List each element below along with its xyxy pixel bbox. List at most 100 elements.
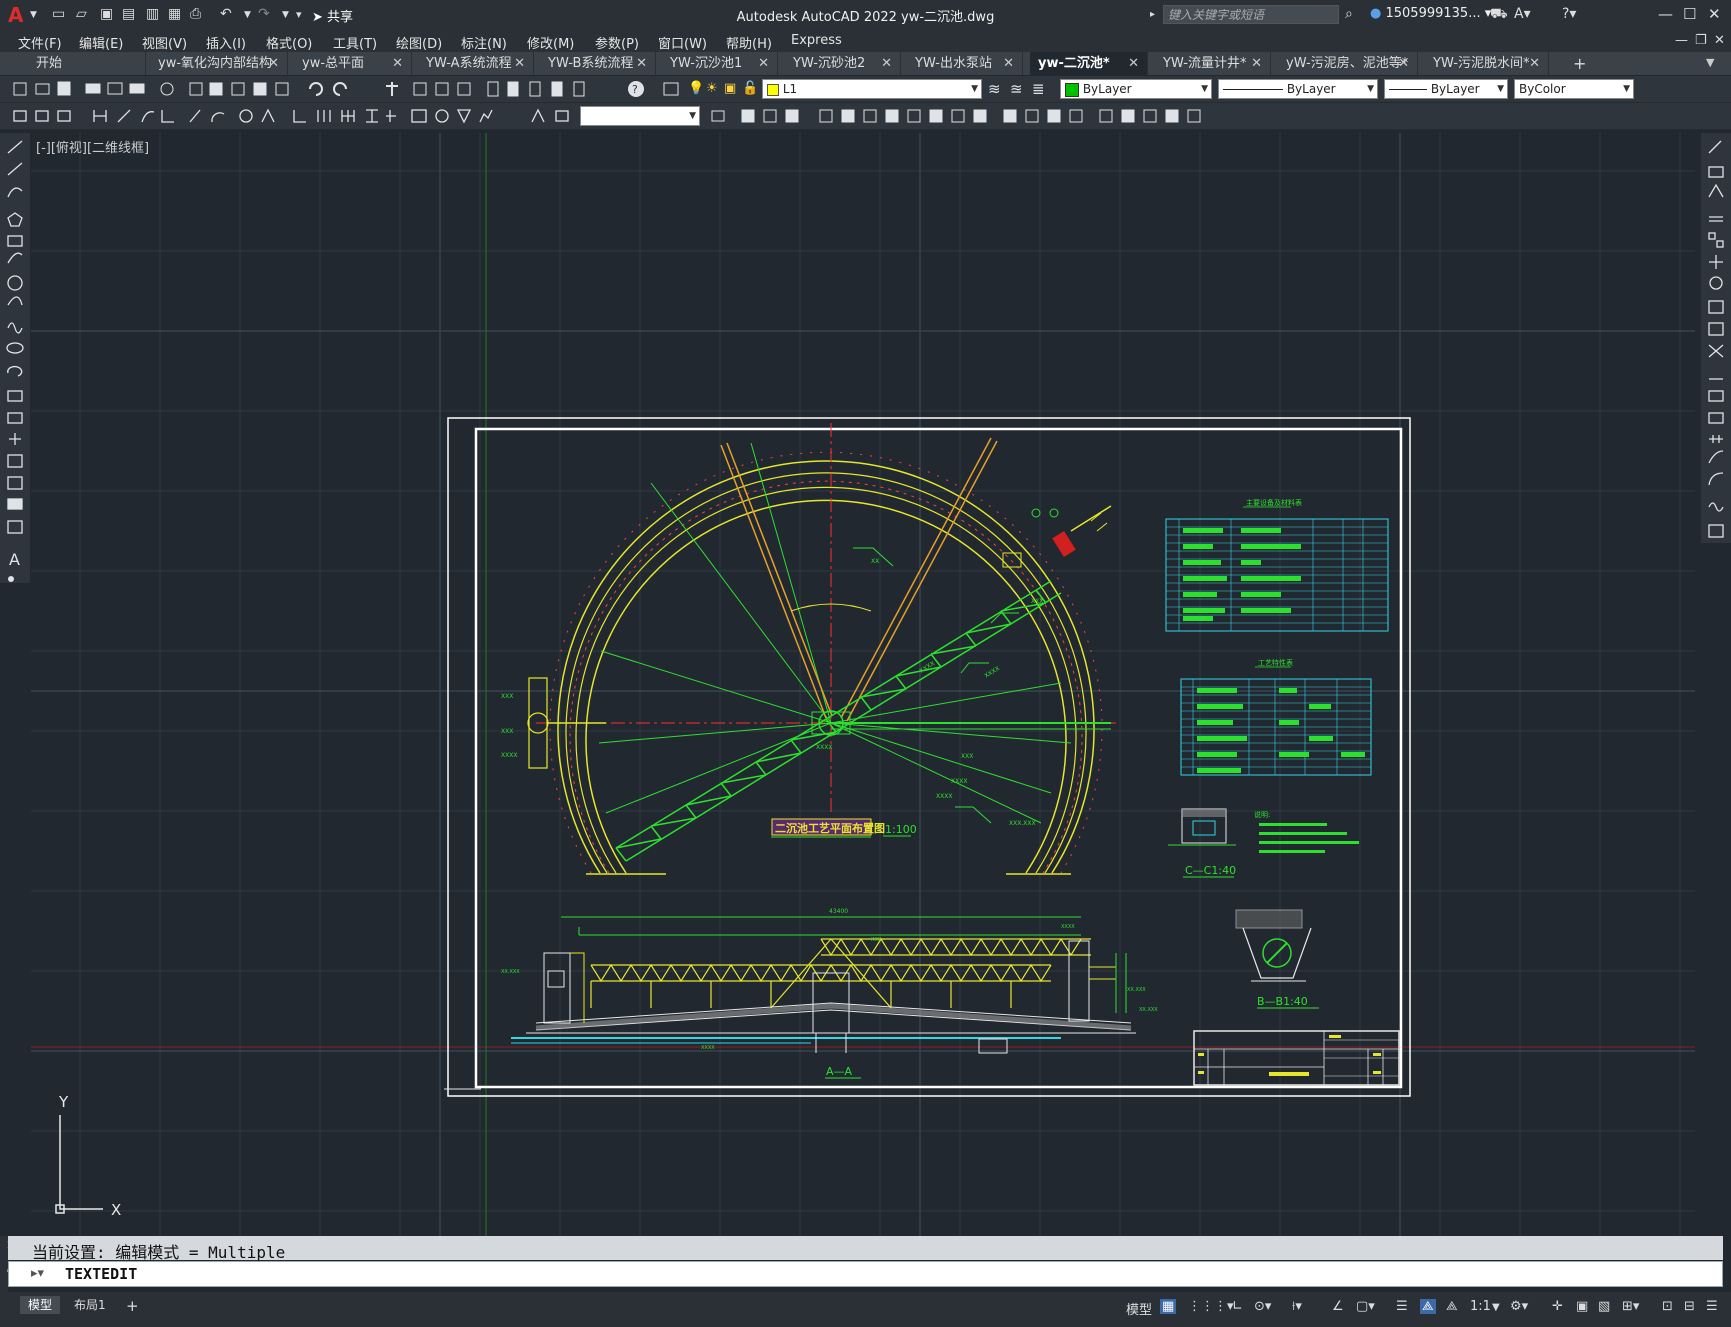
close-tab-icon[interactable]: ✕ [636, 52, 647, 75]
object-snap-icon[interactable]: ▢▾ [1356, 1299, 1375, 1314]
layer-lock-icon[interactable]: 🔓 [742, 81, 758, 96]
doc-restore-button[interactable]: ❐ [1695, 33, 1707, 48]
linetype-dropdown[interactable]: ByLayer ▼ [1218, 79, 1378, 99]
layer-freeze-icon[interactable]: ☀ [706, 81, 718, 96]
quick-properties-icon[interactable]: ▧ [1598, 1299, 1610, 1314]
menu-parametric[interactable]: 参数(P) [595, 33, 639, 52]
tab-file[interactable]: YW-沉沙池1 ✕ [662, 52, 778, 75]
tab-file-active[interactable]: yw-二沉池* ✕ [1030, 52, 1148, 75]
layer-viewport-icon[interactable]: ▣ [724, 81, 736, 96]
tab-start[interactable]: 开始 [28, 52, 146, 75]
polar-icon[interactable]: ⊙▾ [1254, 1299, 1271, 1314]
menu-help[interactable]: 帮助(H) [726, 33, 772, 52]
customization-menu-icon[interactable]: ☰ [1706, 1299, 1718, 1314]
close-tab-icon[interactable]: ✕ [1398, 52, 1409, 75]
menu-draw[interactable]: 绘图(D) [396, 33, 442, 52]
ortho-icon[interactable]: ∟ [1232, 1299, 1243, 1314]
scale-chevron-down-icon[interactable]: ▼ [1492, 1302, 1500, 1313]
isodraft-icon[interactable]: ⟊▾ [1292, 1299, 1302, 1314]
help-icon[interactable]: ?▾ [1562, 6, 1576, 22]
isolate-objects-icon[interactable]: ⊡ [1662, 1299, 1673, 1314]
tab-file[interactable]: YW-B系统流程 ✕ [540, 52, 656, 75]
draw-toolbar: A [0, 133, 30, 583]
menu-view[interactable]: 视图(V) [142, 33, 187, 52]
close-tab-icon[interactable]: ✕ [1128, 52, 1139, 75]
tab-file[interactable]: yW-污泥房、泥池等* ✕ [1278, 52, 1418, 75]
workspace-gear-icon[interactable]: ⚙▾ [1510, 1299, 1528, 1314]
viewport-controls-label[interactable]: [-][俯视][二维线框] [36, 137, 149, 156]
menu-edit[interactable]: 编辑(E) [79, 33, 123, 52]
annotation-visibility-icon[interactable]: ⟁ [1420, 1299, 1436, 1314]
doc-minimize-button[interactable]: — [1675, 33, 1688, 48]
layer-dropdown[interactable]: L1 ▼ [762, 79, 982, 99]
add-layout-button[interactable]: + [126, 1297, 139, 1315]
lineweight-icon[interactable]: ☰ [1396, 1299, 1408, 1314]
object-snap-tracking-icon[interactable]: ∠ [1332, 1299, 1344, 1314]
plotstyle-dropdown[interactable]: ByColor ▼ [1514, 79, 1634, 99]
menu-format[interactable]: 格式(O) [266, 33, 312, 52]
close-tab-icon[interactable]: ✕ [514, 52, 525, 75]
modify-toolbar-icons[interactable] [706, 103, 1216, 129]
equipment-table: 主要设备及材料表 [1165, 498, 1389, 632]
lock-ui-icon[interactable]: ⊞▾ [1622, 1299, 1639, 1314]
close-tab-icon[interactable]: ✕ [1003, 52, 1014, 75]
menu-modify[interactable]: 修改(M) [527, 33, 574, 52]
autodesk-app-icon[interactable]: A▾ [1514, 6, 1531, 22]
cart-icon[interactable]: ⛟ [1490, 6, 1508, 24]
layer-previous-icon[interactable]: ≊ [1010, 80, 1023, 98]
standard-toolbar-icons[interactable]: ? [0, 76, 700, 102]
user-account[interactable]: ● 1505999135... ▾ [1370, 6, 1491, 21]
svg-text:XXXX: XXXX [701, 1045, 715, 1051]
close-tab-icon[interactable]: ✕ [758, 52, 769, 75]
color-dropdown[interactable]: ByLayer ▼ [1060, 79, 1212, 99]
lineweight-dropdown[interactable]: ByLayer ▼ [1384, 79, 1508, 99]
dim-style-dropdown[interactable]: ▼ [580, 106, 700, 126]
minimize-button[interactable]: — [1658, 5, 1673, 23]
tab-model[interactable]: 模型 [20, 1296, 61, 1314]
grid [31, 133, 1695, 1236]
tab-file[interactable]: yw-氧化沟内部结构 ✕ [150, 52, 288, 75]
tab-file[interactable]: YW-流量计井* ✕ [1155, 52, 1271, 75]
drawing-canvas[interactable]: XXXX XXXX XXX XXXX XXXX XXX XX XXX XXX X… [31, 133, 1695, 1236]
close-tab-icon[interactable]: ✕ [1251, 52, 1262, 75]
close-tab-icon[interactable]: ✕ [392, 52, 403, 75]
command-input[interactable]: ▸▾ TEXTEDIT [8, 1261, 1723, 1287]
menu-file[interactable]: 文件(F) [18, 33, 62, 52]
tab-layout1[interactable]: 布局1 [66, 1296, 114, 1314]
tab-file[interactable]: YW-污泥脱水间* ✕ [1425, 52, 1549, 75]
annotation-monitor-icon[interactable]: ✛ [1552, 1299, 1563, 1314]
snap-icon[interactable]: ⋮⋮⋮▾ [1188, 1299, 1234, 1314]
search-icon[interactable]: ⌕ [1345, 6, 1353, 22]
tab-file[interactable]: YW-出水泵站 ✕ [907, 52, 1023, 75]
model-space-button[interactable]: 模型 [1126, 1299, 1152, 1318]
tab-list-chevron-icon[interactable]: ▼ [1706, 56, 1714, 69]
menu-insert[interactable]: 插入(I) [206, 33, 246, 52]
tab-file[interactable]: yw-总平面 ✕ [294, 52, 412, 75]
modify-side-icons[interactable] [1701, 133, 1731, 543]
auto-scale-icon[interactable]: ⟁ [1446, 1299, 1458, 1314]
units-icon[interactable]: ▣ [1576, 1299, 1588, 1314]
close-tab-icon[interactable]: ✕ [881, 52, 892, 75]
tab-file[interactable]: YW-A系统流程 ✕ [418, 52, 534, 75]
layer-on-icon[interactable]: 💡 [688, 81, 704, 96]
close-tab-icon[interactable]: ✕ [268, 52, 279, 75]
search-expand-icon[interactable]: ▸ [1150, 9, 1155, 20]
doc-close-button[interactable]: ✕ [1714, 33, 1725, 48]
grid-icon[interactable]: ▦ [1160, 1299, 1177, 1314]
close-tab-icon[interactable]: ✕ [1529, 52, 1540, 75]
menu-window[interactable]: 窗口(W) [658, 33, 707, 52]
draw-toolbar-icons[interactable]: A [0, 133, 30, 583]
menu-tools[interactable]: 工具(T) [333, 33, 377, 52]
annotation-scale-value[interactable]: 1:1 [1470, 1299, 1491, 1314]
maximize-button[interactable]: ☐ [1683, 5, 1696, 23]
clean-screen-icon[interactable]: ⊟ [1684, 1299, 1695, 1314]
tab-file[interactable]: YW-沉砂池2 ✕ [785, 52, 901, 75]
search-input[interactable]: 键入关键字或短语 [1163, 5, 1339, 24]
layer-properties-icon[interactable]: ≣ [1032, 80, 1045, 98]
command-prompt-icon[interactable]: ▸▾ [31, 1266, 44, 1281]
menu-express[interactable]: Express [791, 33, 842, 48]
make-layer-current-icon[interactable]: ≋ [988, 80, 1001, 98]
new-tab-button[interactable]: + [1565, 52, 1595, 75]
menu-dimension[interactable]: 标注(N) [461, 33, 507, 52]
close-button[interactable]: ✕ [1708, 5, 1721, 23]
